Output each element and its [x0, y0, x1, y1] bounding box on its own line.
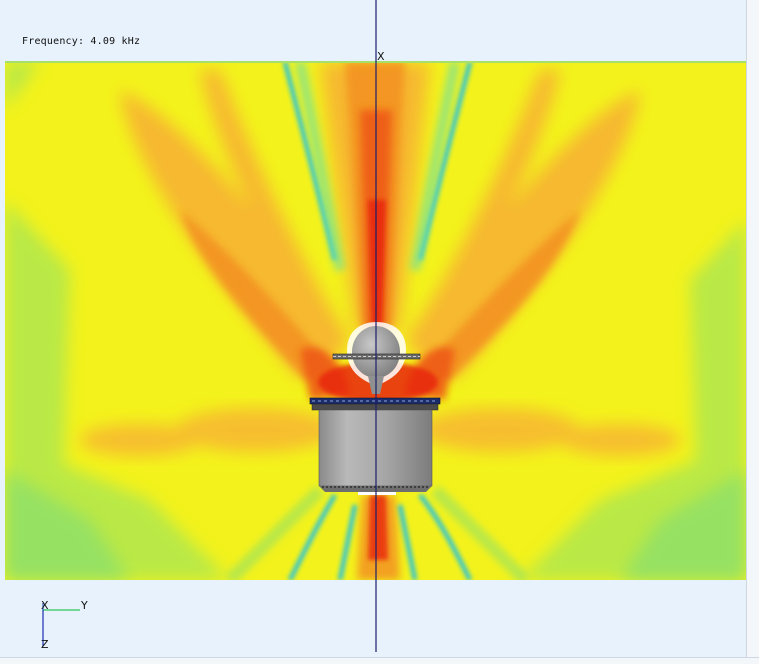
coordinate-triad: X Y Z: [38, 598, 98, 653]
acoustic-pressure-field-plot[interactable]: [0, 0, 759, 664]
frequency-readout: Frequency: 4.09 kHz: [22, 36, 141, 47]
triad-z-label: Z: [41, 638, 49, 651]
triad-x-label: X: [41, 599, 49, 612]
viewport-bottom-border: [0, 657, 759, 664]
graphics-viewport[interactable]: Frequency: 4.09 kHz X X Y Z: [0, 0, 759, 664]
triad-y-label: Y: [81, 599, 88, 612]
viewport-right-border: [746, 0, 759, 664]
section-axis-label: X: [377, 50, 385, 63]
